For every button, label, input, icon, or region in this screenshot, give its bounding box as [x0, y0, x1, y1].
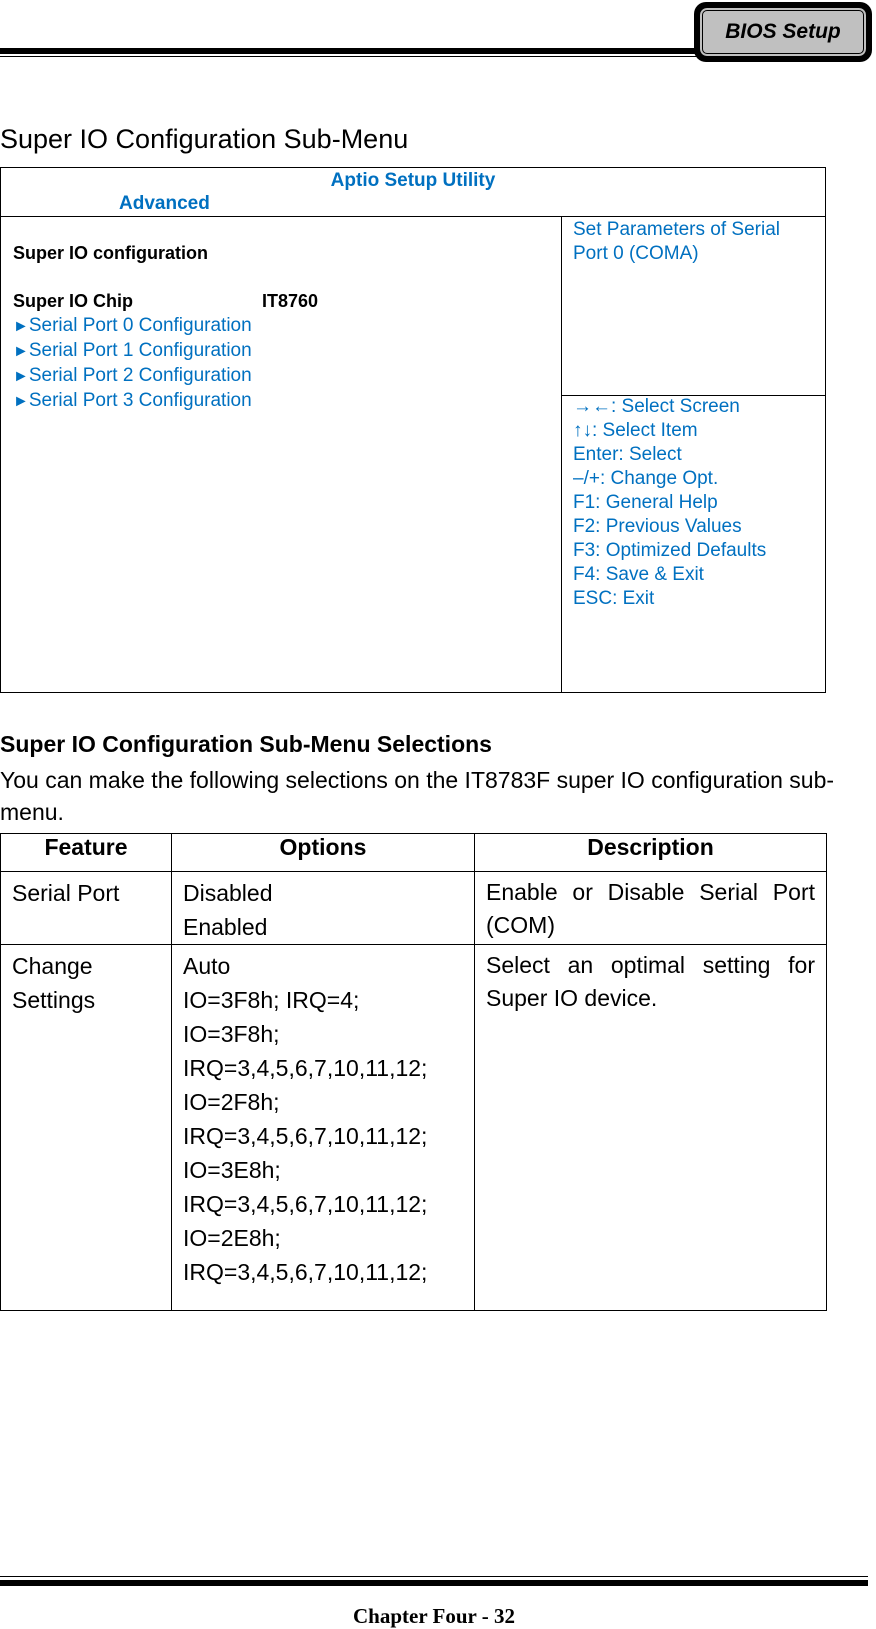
submenu-arrow-icon: ► [13, 368, 29, 385]
key-hint-f1: F1: General Help [573, 492, 718, 513]
submenu-arrow-icon: ► [13, 393, 29, 410]
header-feature: Feature [0, 833, 172, 872]
option-item: IRQ=3,4,5,6,7,10,11,12; [183, 1191, 428, 1217]
config-title: Super IO configuration [13, 243, 209, 263]
submenu-serial-port-1[interactable]: ►Serial Port 1 Configuration [13, 339, 252, 364]
header-options: Options [171, 833, 475, 872]
key-hint-select-item: ↑↓: Select Item [573, 420, 698, 441]
submenu-arrow-icon: ► [13, 343, 29, 360]
options-cell: Auto IO=3F8h; IRQ=4; IO=3F8h; IRQ=3,4,5,… [171, 944, 475, 1311]
option-item: IO=2E8h; [183, 1225, 281, 1251]
option-item: Disabled [183, 880, 273, 906]
header-rule-thin [0, 56, 700, 57]
footer-rule-thick [0, 1580, 868, 1586]
help-text: Set Parameters of Serial Port 0 (COMA) [573, 219, 780, 264]
section-title: Super IO Configuration Sub-Menu [0, 124, 409, 154]
submenu-label: Serial Port 1 Configuration [28, 340, 252, 361]
option-item: Enabled [183, 914, 268, 940]
option-item: IO=3F8h; IRQ=4; [183, 987, 360, 1013]
selections-description: You can make the following selections on… [0, 767, 835, 825]
table-row: Change Settings Auto IO=3F8h; IRQ=4; IO=… [0, 944, 827, 1311]
key-hints-list: →←: Select Screen ↑↓: Select Item Enter:… [573, 395, 766, 611]
key-hint-f3: F3: Optimized Defaults [573, 540, 767, 561]
header-description: Description [474, 833, 827, 872]
description-cell: Enable or Disable Serial Port (COM) [474, 871, 827, 945]
table-header-row: Feature Options Description [0, 833, 827, 872]
key-hint-select-screen: →←: Select Screen [573, 396, 740, 417]
settings-pane: Super IO configuration Super IO Chip IT8… [1, 217, 562, 692]
key-hint-f2: F2: Previous Values [573, 516, 742, 537]
key-hints-pane: →←: Select Screen ↑↓: Select Item Enter:… [562, 396, 825, 692]
bios-header: Aptio Setup Utility Advanced [1, 168, 825, 217]
feature-cell: Serial Port [0, 871, 172, 945]
utility-title: Aptio Setup Utility [330, 170, 496, 191]
option-item: IO=3E8h; [183, 1157, 281, 1183]
footer-rule-thin [0, 1576, 868, 1577]
chip-value: IT8760 [262, 291, 319, 311]
submenu-serial-port-3[interactable]: ►Serial Port 3 Configuration [13, 389, 252, 414]
key-hint-esc: ESC: Exit [573, 588, 655, 609]
help-pane: Set Parameters of Serial Port 0 (COMA) [562, 217, 825, 396]
page-number: Chapter Four - 32 [353, 1604, 515, 1628]
chip-label: Super IO Chip [13, 291, 134, 311]
bios-setup-badge: BIOS Setup [694, 2, 872, 62]
bios-screen: Aptio Setup Utility Advanced Super IO co… [0, 167, 826, 693]
header-rule-thick [0, 48, 700, 54]
option-item: IRQ=3,4,5,6,7,10,11,12; [183, 1055, 428, 1081]
option-item: Auto [183, 953, 231, 979]
options-cell: Disabled Enabled [171, 871, 475, 945]
option-item: IO=2F8h; [183, 1089, 280, 1115]
key-hint-f4: F4: Save & Exit [573, 564, 704, 585]
bios-setup-badge-inner: BIOS Setup [699, 7, 867, 57]
description-cell: Select an optimal setting for Super IO d… [474, 944, 827, 1311]
tab-advanced[interactable]: Advanced [119, 193, 210, 215]
feature-cell: Change Settings [0, 944, 172, 1311]
submenu-list: ►Serial Port 0 Configuration ►Serial Por… [13, 314, 252, 414]
key-hint-enter: Enter: Select [573, 444, 682, 465]
selections-title: Super IO Configuration Sub-Menu Selectio… [0, 731, 492, 757]
table-row: Serial Port Disabled Enabled Enable or D… [0, 871, 827, 945]
selections-table: Feature Options Description Serial Port … [0, 833, 827, 1311]
submenu-label: Serial Port 3 Configuration [28, 390, 252, 411]
bios-setup-badge-label: BIOS Setup [725, 20, 841, 43]
submenu-serial-port-0[interactable]: ►Serial Port 0 Configuration [13, 314, 252, 339]
option-item: IO=3F8h; [183, 1021, 280, 1047]
option-item: IRQ=3,4,5,6,7,10,11,12; [183, 1259, 428, 1285]
submenu-arrow-icon: ► [13, 318, 29, 335]
key-hint-change-opt: –/+: Change Opt. [573, 468, 719, 489]
submenu-label: Serial Port 2 Configuration [28, 365, 252, 386]
submenu-label: Serial Port 0 Configuration [28, 315, 252, 336]
submenu-serial-port-2[interactable]: ►Serial Port 2 Configuration [13, 364, 252, 389]
option-item: IRQ=3,4,5,6,7,10,11,12; [183, 1123, 428, 1149]
